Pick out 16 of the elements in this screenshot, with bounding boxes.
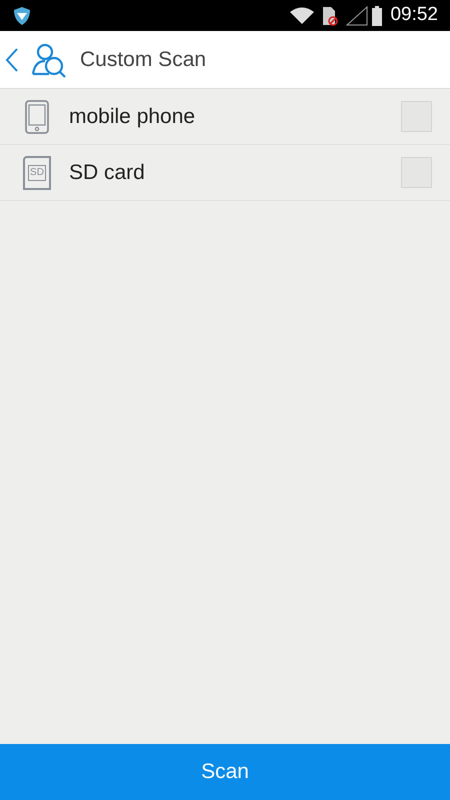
wifi-icon: [290, 6, 314, 24]
user-search-icon: [31, 42, 67, 78]
item-label: SD card: [69, 160, 146, 186]
clock-time: 09:52: [390, 3, 438, 28]
phone-icon: [23, 100, 51, 134]
back-icon[interactable]: [5, 46, 19, 72]
battery-icon: [372, 6, 382, 26]
signal-icon: [346, 6, 368, 26]
shield-icon: [12, 6, 32, 26]
page-title: Custom Scan: [80, 46, 206, 73]
sd-card-icon: SD: [23, 156, 51, 190]
item-label: mobile phone: [69, 104, 196, 130]
sim-card-icon: [322, 6, 338, 26]
scan-button[interactable]: Scan: [0, 744, 450, 800]
checkbox[interactable]: [401, 157, 432, 188]
checkbox[interactable]: [401, 101, 432, 132]
